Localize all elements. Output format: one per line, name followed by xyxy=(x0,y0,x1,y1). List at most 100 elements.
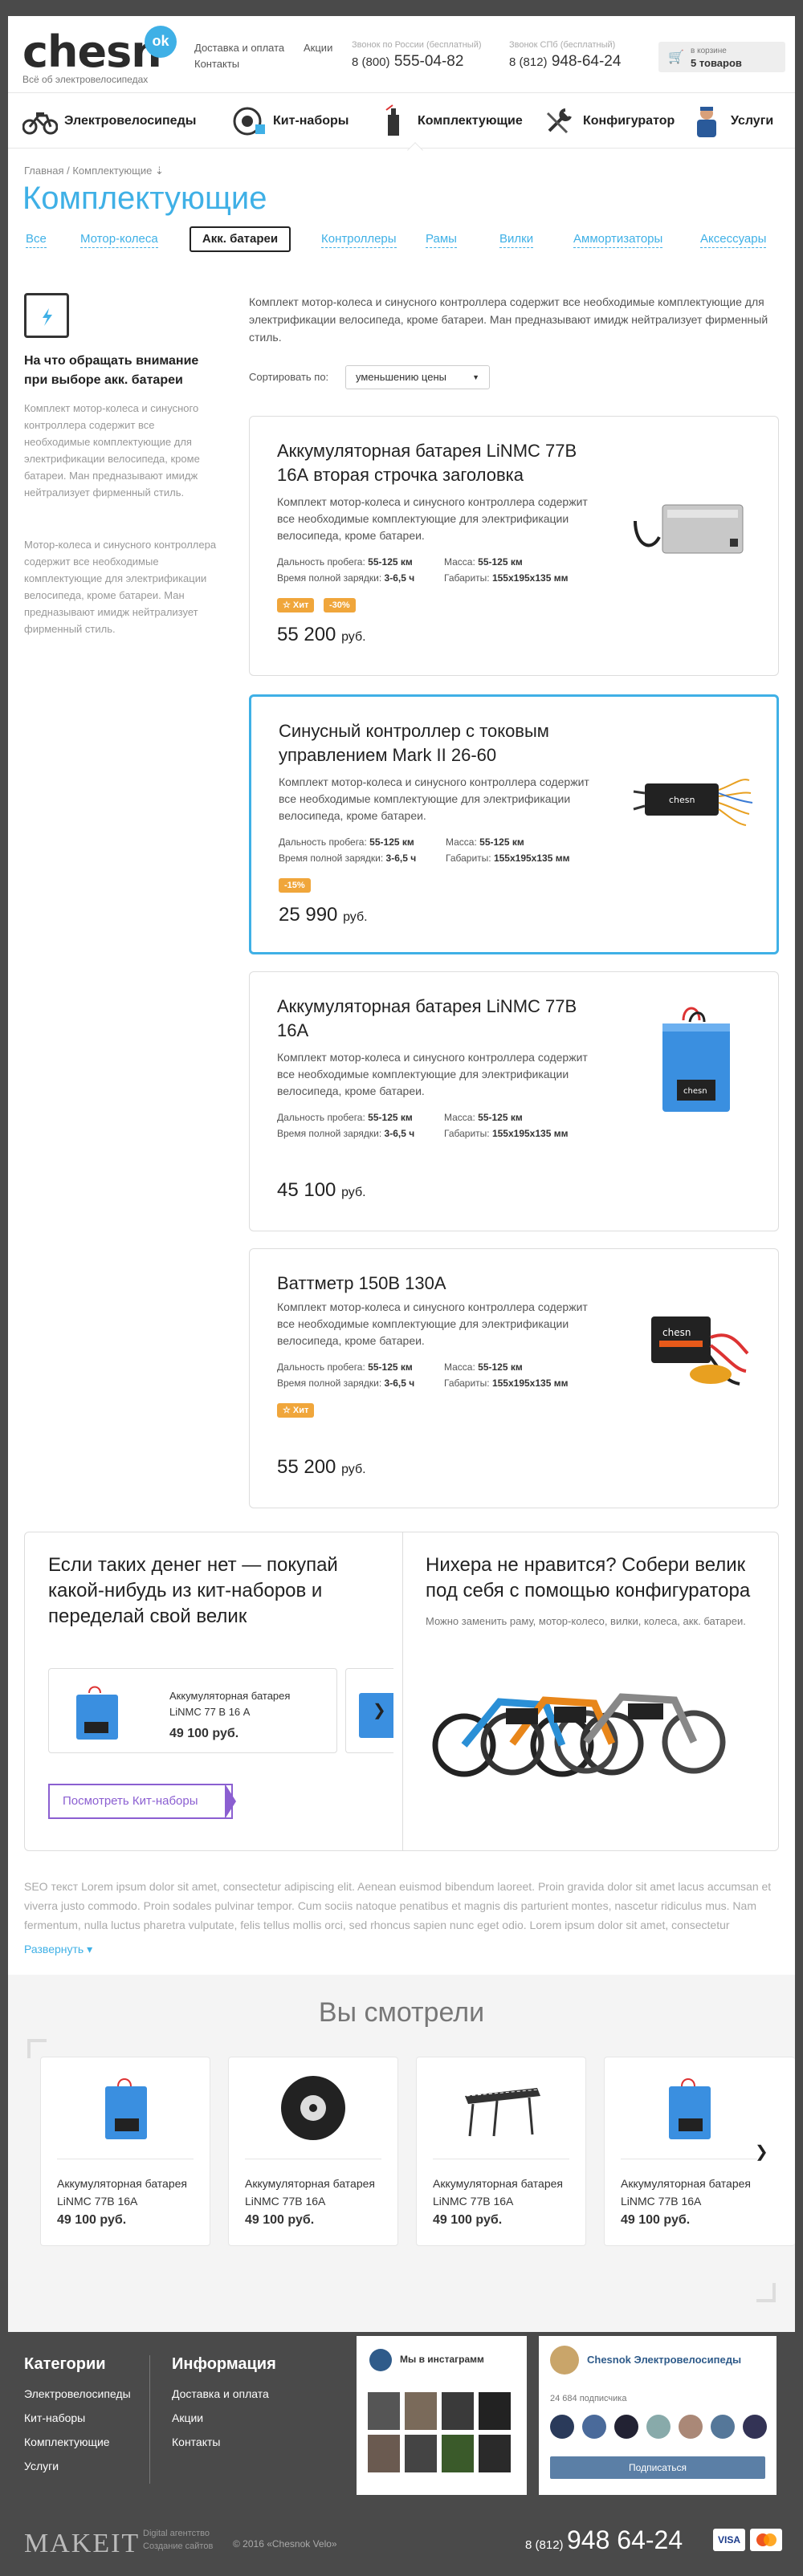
viewed-name[interactable]: Аккумуляторная батарея LiNMC 77В 16А xyxy=(245,2175,389,2210)
insta-photo[interactable] xyxy=(405,2392,437,2430)
kit-mini-name[interactable]: Аккумуляторная батарея LiNMC 77 В 16 А xyxy=(169,1688,322,1720)
header-link-promo[interactable]: Акции xyxy=(304,42,332,54)
spec-mass: Масса: 55-125 км xyxy=(446,836,524,848)
spec-range: Дальность пробега: 55-125 км xyxy=(277,556,413,568)
nav-item-parts[interactable]: Комплектующие xyxy=(376,93,523,149)
footer-cat-link[interactable]: Услуги xyxy=(24,2460,59,2472)
product-title[interactable]: Синусный контроллер с токовым управление… xyxy=(279,719,600,767)
tab-controllers[interactable]: Контроллеры xyxy=(321,231,397,248)
vk-member-avatar[interactable] xyxy=(679,2415,703,2439)
viewed-card[interactable]: Аккумуляторная батарея LiNMC 77В 16А 49 … xyxy=(40,2057,210,2246)
wattmeter-image[interactable]: chesn xyxy=(627,1297,756,1410)
footer-info-link[interactable]: Контакты xyxy=(172,2436,220,2448)
corner-decoration xyxy=(756,2283,776,2302)
chevron-right-icon[interactable]: ❯ xyxy=(373,1700,386,1720)
insta-photo[interactable] xyxy=(479,2435,511,2472)
viewed-name[interactable]: Аккумуляторная батарея LiNMC 77В 16А xyxy=(57,2175,202,2210)
maker-logo[interactable]: MAKEIT xyxy=(24,2529,140,2559)
battery-image[interactable]: chesn xyxy=(627,996,756,1112)
product-description: Комплект мотор-колеса и синусного контро… xyxy=(279,775,589,822)
chevron-right-icon[interactable]: ❯ xyxy=(755,2142,768,2162)
product-card[interactable]: Синусный контроллер с токовым управление… xyxy=(249,694,779,954)
product-price: 25 990 руб. xyxy=(279,904,368,926)
tab-frames[interactable]: Рамы xyxy=(426,231,457,248)
insta-photo[interactable] xyxy=(479,2392,511,2430)
spec-range: Дальность пробега: 55-125 км xyxy=(279,836,414,848)
viewed-name[interactable]: Аккумуляторная батарея LiNMC 77В 16А xyxy=(433,2175,577,2210)
expand-link[interactable]: Развернуть ▾ xyxy=(24,1943,92,1956)
product-title[interactable]: Ваттметр 150В 130А xyxy=(277,1272,598,1296)
phone1-prefix: 8 (800) xyxy=(352,55,390,69)
vk-member-avatar[interactable] xyxy=(646,2415,671,2439)
footer-cat-link[interactable]: Кит-наборы xyxy=(24,2411,85,2424)
tab-all[interactable]: Все xyxy=(26,231,47,248)
spec-value: 155x195x135 мм xyxy=(491,1128,569,1139)
product-card[interactable]: Ваттметр 150В 130А Комплект мотор-колеса… xyxy=(249,1248,779,1508)
tab-motor-wheels[interactable]: Мотор-колеса xyxy=(80,231,158,248)
spec-label: Габариты: xyxy=(444,1128,490,1139)
insta-photo[interactable] xyxy=(368,2435,400,2472)
viewed-name[interactable]: Аккумуляторная батарея LiNMC 77В 16А xyxy=(621,2175,765,2210)
breadcrumb-home[interactable]: Главная xyxy=(24,165,63,177)
sort-select[interactable]: уменьшению цены ▼ xyxy=(345,365,490,389)
spec-label: Дальность пробега: xyxy=(279,836,367,848)
kit-mini-card-next[interactable] xyxy=(345,1668,393,1753)
breadcrumb-dropdown-icon[interactable]: ⇣ xyxy=(155,165,164,177)
spec-value: 55-125 км xyxy=(368,1112,413,1123)
header-link-delivery[interactable]: Доставка и оплата xyxy=(194,42,284,54)
insta-photo[interactable] xyxy=(368,2392,400,2430)
vk-member-avatar[interactable] xyxy=(614,2415,638,2439)
insta-photo[interactable] xyxy=(442,2392,474,2430)
vk-title[interactable]: Chesnok Электровелосипеды xyxy=(587,2354,741,2366)
view-kits-button[interactable]: Посмотреть Кит-наборы xyxy=(48,1784,233,1819)
viewed-card[interactable]: Аккумуляторная батарея LiNMC 77В 16А 49 … xyxy=(416,2057,586,2246)
tab-forks[interactable]: Вилки xyxy=(499,231,534,248)
header-link-contacts[interactable]: Контакты xyxy=(194,58,239,70)
sidebar-text-2: Мотор-колеса и синусного контроллера сод… xyxy=(24,539,217,635)
logo[interactable]: chesn xyxy=(22,31,162,74)
battery-info-icon xyxy=(24,293,69,338)
controller-image[interactable]: chesn xyxy=(629,745,757,857)
footer-info-link[interactable]: Доставка и оплата xyxy=(172,2387,269,2400)
tab-shocks[interactable]: Аммортизаторы xyxy=(573,231,663,248)
spec-label: Габариты: xyxy=(444,1378,490,1389)
footer-cat-link[interactable]: Комплектующие xyxy=(24,2436,110,2448)
charger-image[interactable] xyxy=(627,465,756,577)
spec-size: Габариты: 155x195x135 мм xyxy=(444,1378,568,1389)
insta-photo[interactable] xyxy=(405,2435,437,2472)
cart-button[interactable]: 🛒 в корзине 5 товаров xyxy=(658,42,785,72)
vk-member-avatar[interactable] xyxy=(582,2415,606,2439)
spec-value: 55-125 км xyxy=(368,1361,413,1373)
nav-item-kits[interactable]: Кит-наборы xyxy=(231,93,349,149)
tab-batteries[interactable]: Акк. батареи xyxy=(190,226,291,252)
instagram-widget[interactable]: Мы в инстаграмм xyxy=(357,2336,527,2495)
product-card[interactable]: Аккумуляторная батарея LiNMC 77В 16А Ком… xyxy=(249,971,779,1231)
ebikes-image[interactable] xyxy=(426,1657,747,1785)
footer-phone[interactable]: 8 (812) 948 64-24 xyxy=(525,2525,683,2555)
nav-item-ebikes[interactable]: Электровелосипеды xyxy=(22,93,196,149)
product-card[interactable]: Аккумуляторная батарея LiNMC 77В 16А вто… xyxy=(249,416,779,676)
tab-accessories[interactable]: Аксессуары xyxy=(700,231,767,248)
footer-cat-link[interactable]: Электровелосипеды xyxy=(24,2387,131,2400)
mastercard-icon xyxy=(750,2529,782,2551)
nav-item-configurator[interactable]: Конфигуратор xyxy=(541,93,675,149)
footer-info-link[interactable]: Акции xyxy=(172,2411,203,2424)
spec-mass: Масса: 55-125 км xyxy=(444,556,523,568)
vk-subscribe-button[interactable]: Подписаться xyxy=(550,2456,765,2479)
vk-member-avatar[interactable] xyxy=(550,2415,574,2439)
vk-member-avatar[interactable] xyxy=(743,2415,767,2439)
insta-photo[interactable] xyxy=(442,2435,474,2472)
phone2-number: 948-64-24 xyxy=(551,53,622,70)
product-title[interactable]: Аккумуляторная батарея LiNMC 77В 16А xyxy=(277,995,598,1043)
product-title[interactable]: Аккумуляторная батарея LiNMC 77В 16А вто… xyxy=(277,439,598,487)
phone1[interactable]: 8 (800) 555-04-82 xyxy=(352,53,463,71)
price-value: 55 200 xyxy=(277,624,336,645)
phone2[interactable]: 8 (812) 948-64-24 xyxy=(509,53,621,71)
vk-member-avatar[interactable] xyxy=(711,2415,735,2439)
nav-item-services[interactable]: Услуги xyxy=(689,93,773,149)
viewed-card[interactable]: Аккумуляторная батарея LiNMC 77В 16А 49 … xyxy=(228,2057,398,2246)
footer-phone-number: 948 64-24 xyxy=(566,2525,683,2554)
footer-info-title: Информация xyxy=(172,2355,276,2373)
vk-widget[interactable]: Chesnok Электровелосипеды 24 684 подписч… xyxy=(539,2336,777,2495)
kit-mini-card[interactable]: Аккумуляторная батарея LiNMC 77 В 16 А 4… xyxy=(48,1668,337,1753)
